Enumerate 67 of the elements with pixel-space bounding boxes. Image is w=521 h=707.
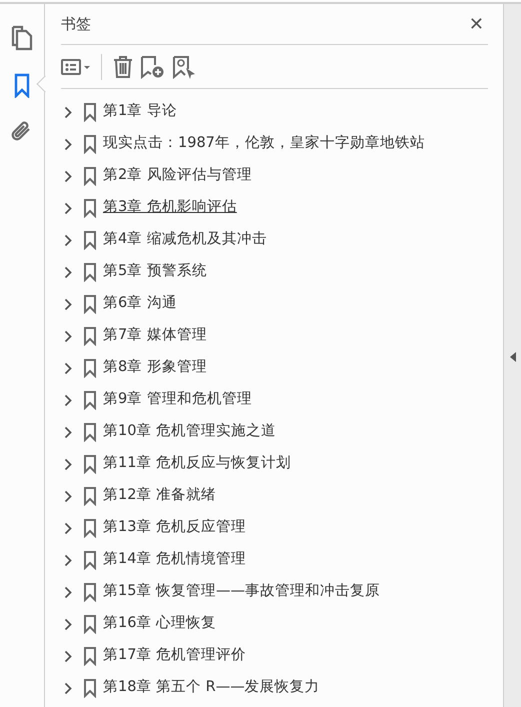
chevron-icon [64, 362, 72, 374]
chevron-icon [64, 266, 72, 278]
bookmark-icon [83, 550, 97, 570]
bookmark-icon [83, 646, 97, 666]
pages-icon [9, 25, 35, 51]
list-icon [61, 56, 91, 76]
bookmark-plus-icon [140, 54, 166, 78]
chevron-icon [64, 618, 72, 630]
bookmark-link[interactable]: 第5章 预警系统 [103, 261, 207, 283]
bookmark-icon [83, 678, 97, 698]
bookmark-icon [83, 358, 97, 378]
bookmark-icon [83, 582, 97, 602]
panel-title: 书签 [61, 14, 91, 35]
trash-icon [112, 54, 134, 78]
bookmark-icon [83, 614, 97, 634]
bookmark-icon [83, 518, 97, 538]
bookmark-icon [83, 454, 97, 474]
bookmark-icon [83, 230, 97, 250]
bookmark-link[interactable]: 现实点击：1987年，伦敦，皇家十字勋章地铁站 [103, 133, 425, 155]
chevron-icon [64, 554, 72, 566]
chevron-icon [64, 202, 72, 214]
bookmark-icon [83, 422, 97, 442]
new-bookmark-button[interactable] [140, 54, 166, 78]
chevron-icon [64, 330, 72, 342]
chevron-icon [64, 106, 72, 118]
options-button[interactable] [61, 56, 91, 76]
bookmark-icon [83, 262, 97, 282]
chevron-icon [64, 650, 72, 662]
bookmark-link[interactable]: 第6章 沟通 [103, 293, 177, 315]
bookmark-link[interactable]: 第15章 恢复管理——事故管理和冲击复原 [103, 581, 380, 603]
delete-button[interactable] [112, 54, 134, 78]
bookmark-link[interactable]: 第18章 第五个 R——发展恢复力 [103, 677, 320, 699]
chevron-icon [64, 682, 72, 694]
chevron-icon [64, 490, 72, 502]
bookmark-icon [83, 166, 97, 186]
bookmark-link[interactable]: 第3章 危机影响评估 [103, 197, 237, 219]
bookmark-icon [83, 134, 97, 154]
bookmark-link[interactable]: 第11章 危机反应与恢复计划 [103, 453, 292, 475]
chevron-icon [64, 426, 72, 438]
bookmark-link[interactable]: 第17章 危机管理评价 [103, 645, 246, 667]
bookmark-link[interactable]: 第12章 准备就绪 [103, 485, 216, 507]
bookmark-link[interactable]: 第14章 危机情境管理 [103, 549, 246, 571]
chevron-icon [64, 586, 72, 598]
chevron-icon [64, 298, 72, 310]
bookmark-link[interactable]: 第13章 危机反应管理 [103, 517, 246, 539]
bookmark-link[interactable]: 第7章 媒体管理 [103, 325, 207, 347]
bookmark-icon [83, 102, 97, 122]
chevron-icon [64, 170, 72, 182]
bookmark-link[interactable]: 第9章 管理和危机管理 [103, 389, 252, 411]
bookmark-icon [83, 294, 97, 314]
bookmark-icon [83, 326, 97, 346]
bookmark-link[interactable]: 第16章 心理恢复 [103, 613, 216, 635]
chevron-icon [64, 522, 72, 534]
bookmark-link[interactable]: 第1章 导论 [103, 101, 177, 123]
chevron-icon [64, 234, 72, 246]
bookmark-icon [83, 390, 97, 410]
bookmark-link[interactable]: 第2章 风险评估与管理 [103, 165, 252, 187]
close-button[interactable]: ✕ [464, 10, 488, 38]
bookmark-link[interactable]: 第8章 形象管理 [103, 357, 207, 379]
bookmark-link[interactable]: 第4章 缩减危机及其冲击 [103, 229, 267, 251]
bookmark-link[interactable]: 第10章 危机管理实施之道 [103, 421, 276, 443]
chevron-icon [64, 458, 72, 470]
chevron-icon [64, 394, 72, 406]
expand-panel-button[interactable] [508, 350, 516, 362]
bookmark-icon [83, 198, 97, 218]
bookmark-icon [83, 486, 97, 506]
chevron-icon [64, 138, 72, 150]
